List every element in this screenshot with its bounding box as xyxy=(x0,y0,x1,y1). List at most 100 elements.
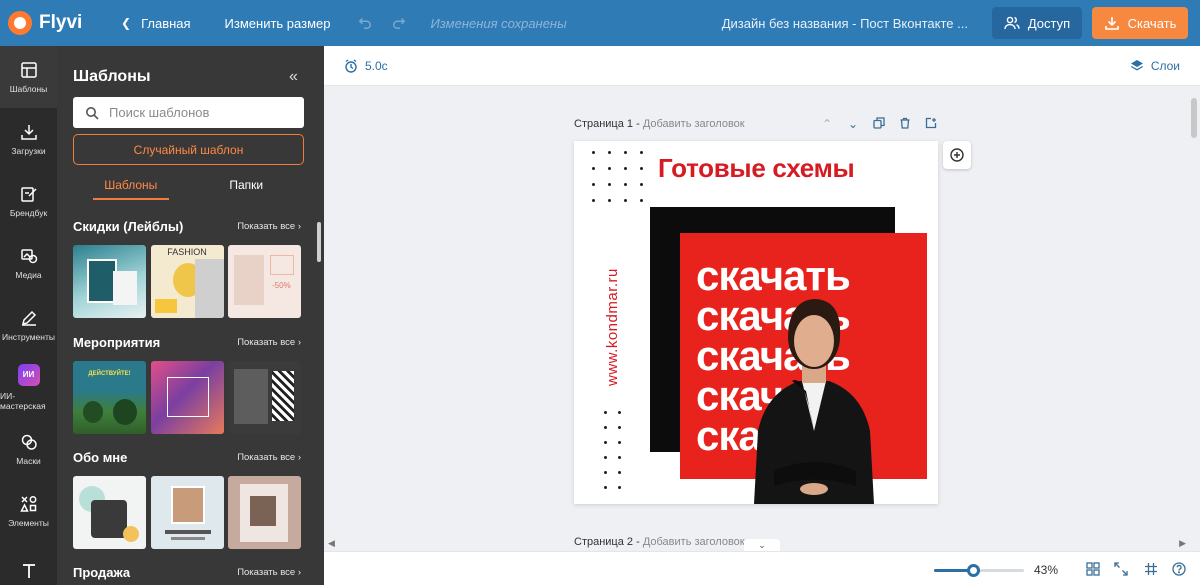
chevron-left-icon: ❮ xyxy=(121,16,132,30)
access-button[interactable]: Доступ xyxy=(992,7,1082,39)
section-title: Обо мне xyxy=(73,449,128,465)
download-icon xyxy=(1104,17,1119,30)
template-thumbnail[interactable] xyxy=(150,476,224,549)
random-template-button[interactable]: Случайный шаблон xyxy=(73,134,304,165)
rail-item-elements[interactable]: Элементы xyxy=(0,480,57,542)
download-label: Скачать xyxy=(1127,15,1177,31)
template-thumbnail[interactable]: FASHION xyxy=(150,245,224,318)
grid-view-icon[interactable] xyxy=(1086,562,1100,576)
person-photo[interactable] xyxy=(744,281,884,504)
redo-icon[interactable] xyxy=(392,16,406,30)
show-all-link[interactable]: Показать все › xyxy=(237,567,301,578)
fullscreen-icon[interactable] xyxy=(1114,562,1128,576)
rail-label: Медиа xyxy=(15,269,42,280)
design-headline[interactable]: Готовые схемы xyxy=(658,153,855,184)
template-thumbnail[interactable] xyxy=(228,476,301,549)
layers-icon xyxy=(1130,60,1143,71)
move-down-icon[interactable]: ⌄ xyxy=(840,117,866,131)
show-all-link[interactable]: Показать все › xyxy=(237,452,301,463)
section-sale: Продажа Показать все › xyxy=(73,564,301,580)
duplicate-icon[interactable] xyxy=(866,117,892,131)
panel-scrollbar[interactable] xyxy=(317,222,321,262)
zoom-value[interactable]: 43% xyxy=(1034,563,1058,577)
rail-label: Маски xyxy=(16,455,41,466)
template-thumbnail[interactable]: ДЕЙСТВУЙТЕ! xyxy=(73,361,146,434)
page-duration[interactable]: 5.0с xyxy=(344,59,388,73)
tab-templates[interactable]: Шаблоны xyxy=(73,170,189,200)
layers-button[interactable]: Слои xyxy=(1130,59,1180,73)
section-title: Скидки (Лейблы) xyxy=(73,218,184,234)
vertical-scrollbar[interactable] xyxy=(1191,98,1197,138)
rail-item-text[interactable] xyxy=(0,542,57,585)
pencil-icon xyxy=(21,310,36,326)
scroll-left-arrow[interactable]: ◀ xyxy=(328,538,335,549)
templates-panel: Шаблоны « Случайный шаблон Шаблоны Папки… xyxy=(57,46,324,585)
section-events: Мероприятия Показать все › ДЕЙСТВУЙТЕ! xyxy=(73,334,301,434)
rail-item-media[interactable]: Медиа xyxy=(0,232,57,294)
rail-item-templates[interactable]: Шаблоны xyxy=(0,46,57,108)
design-url[interactable]: www.kondmar.ru xyxy=(604,268,621,386)
zoom-handle[interactable] xyxy=(966,564,980,577)
template-thumbnail[interactable] xyxy=(73,476,146,549)
add-comment-button[interactable] xyxy=(943,141,971,169)
rail-item-uploads[interactable]: Загрузки xyxy=(0,108,57,170)
download-button[interactable]: Скачать xyxy=(1092,7,1188,39)
resize-label: Изменить размер xyxy=(224,15,331,31)
show-all-link[interactable]: Показать все › xyxy=(237,221,301,232)
access-label: Доступ xyxy=(1027,15,1071,31)
comment-add-icon xyxy=(950,148,964,162)
templates-icon xyxy=(20,61,37,78)
home-button[interactable]: ❮ Главная xyxy=(121,16,191,31)
page-1-header: Страница 1 - Добавить заголовок xyxy=(574,118,745,130)
rail-label: Элементы xyxy=(8,517,49,528)
template-thumbnail[interactable] xyxy=(73,245,146,318)
add-page-title[interactable]: Добавить заголовок xyxy=(643,118,745,130)
page-1-tools: ⌃ ⌄ xyxy=(814,117,944,131)
layers-label: Слои xyxy=(1150,59,1180,73)
users-icon xyxy=(1004,16,1020,30)
page-1-label: Страница 1 - xyxy=(574,118,640,130)
rail-label: Брендбук xyxy=(9,207,48,218)
brandbook-icon xyxy=(20,186,37,202)
help-icon[interactable] xyxy=(1172,562,1186,576)
add-page-icon[interactable] xyxy=(918,117,944,131)
home-label: Главная xyxy=(141,15,191,31)
resize-button[interactable]: Изменить размер xyxy=(225,16,331,31)
media-icon xyxy=(20,248,37,263)
elements-icon xyxy=(19,495,36,512)
rail-item-masks[interactable]: Маски xyxy=(0,418,57,480)
scroll-right-arrow[interactable]: ▶ xyxy=(1179,538,1186,549)
upload-icon xyxy=(20,124,37,140)
template-thumbnail[interactable] xyxy=(150,361,224,434)
tab-folders[interactable]: Папки xyxy=(189,170,305,200)
undo-icon[interactable] xyxy=(358,16,372,30)
panel-tabs: Шаблоны Папки xyxy=(73,170,304,200)
rail-item-ai-studio[interactable]: ИИ ИИ-мастерская xyxy=(0,356,57,418)
design-page[interactable]: Готовые схемы скачать скачать скачать ск… xyxy=(574,141,938,504)
section-title: Продажа xyxy=(73,564,131,580)
rail-label: Загрузки xyxy=(11,145,46,156)
timer-icon xyxy=(345,59,357,73)
document-title[interactable]: Дизайн без названия - Пост Вконтакте ... xyxy=(722,16,968,31)
delete-icon[interactable] xyxy=(892,117,918,131)
brand-logo[interactable]: Flyvi xyxy=(8,11,103,35)
search-input[interactable] xyxy=(109,105,299,120)
add-page-2-title[interactable]: Добавить заголовок xyxy=(643,536,745,548)
template-search[interactable] xyxy=(73,97,304,128)
panel-title: Шаблоны xyxy=(73,68,151,85)
page-2-header: Страница 2 - Добавить заголовок xyxy=(574,536,745,548)
tool-rail: Шаблоны Загрузки Брендбук Медиа Инструме… xyxy=(0,46,57,585)
rail-item-brandbook[interactable]: Брендбук xyxy=(0,170,57,232)
text-icon xyxy=(22,563,35,578)
rail-item-tools[interactable]: Инструменты xyxy=(0,294,57,356)
grid-lines-icon[interactable] xyxy=(1144,562,1158,576)
search-icon xyxy=(86,106,99,120)
save-status: Изменения сохранены xyxy=(430,15,567,31)
zoom-slider[interactable] xyxy=(934,564,1024,577)
expand-pages-tab[interactable]: ⌄ xyxy=(744,539,780,551)
template-thumbnail[interactable] xyxy=(228,361,301,434)
template-thumbnail[interactable]: -50% xyxy=(228,245,301,318)
move-up-icon[interactable]: ⌃ xyxy=(814,117,840,131)
collapse-panel-icon[interactable]: « xyxy=(289,68,298,86)
show-all-link[interactable]: Показать все › xyxy=(237,337,301,348)
